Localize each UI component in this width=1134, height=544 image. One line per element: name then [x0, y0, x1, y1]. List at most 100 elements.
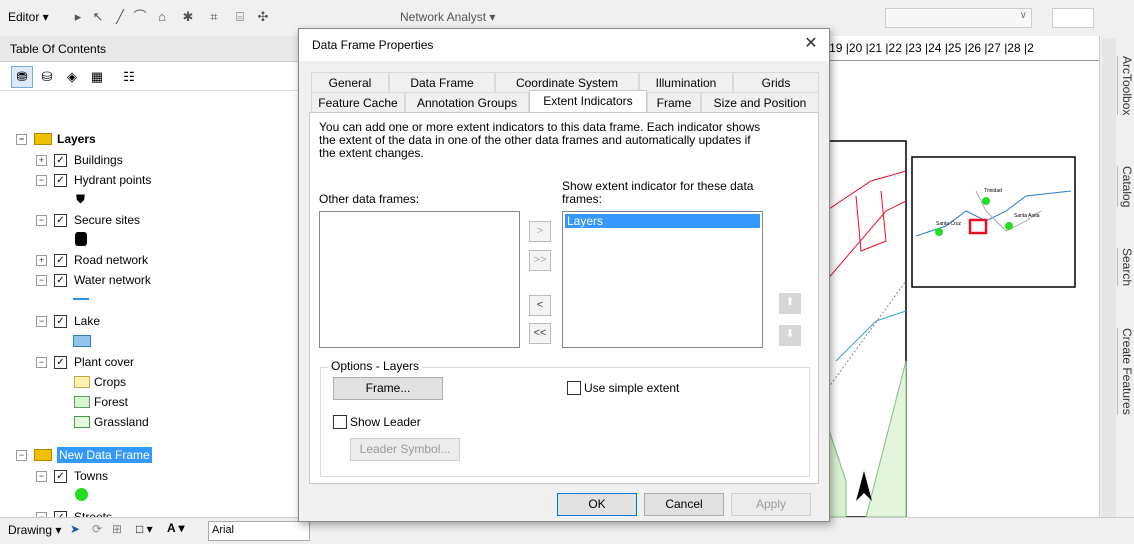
move-up-icon[interactable]: ⬆: [779, 293, 801, 314]
layer-dropdown[interactable]: ∨: [885, 8, 1032, 28]
list-by-selection-icon[interactable]: ▦: [86, 66, 108, 88]
polygon-tool-icon[interactable]: ⌂: [154, 9, 170, 25]
options-icon[interactable]: ☷: [118, 66, 140, 88]
toc-layer-secure-sites[interactable]: − ✓ Secure sites: [36, 211, 140, 229]
layer-checkbox[interactable]: ✓: [54, 469, 67, 483]
font-name-select[interactable]: Arial: [208, 521, 310, 541]
ok-button[interactable]: OK: [557, 493, 637, 516]
collapse-icon[interactable]: −: [36, 356, 47, 368]
show-frames-list[interactable]: Layers: [562, 211, 763, 348]
list-by-source-icon[interactable]: ⛁: [36, 66, 58, 88]
rectangle-icon[interactable]: □ ▾: [136, 522, 153, 536]
split-icon[interactable]: ⌸: [232, 9, 248, 25]
cancel-button[interactable]: Cancel: [644, 493, 724, 516]
tab-feature-cache[interactable]: Feature Cache: [311, 92, 405, 112]
list-by-visibility-icon[interactable]: ◈: [61, 66, 83, 88]
expand-icon[interactable]: +: [36, 254, 47, 266]
drawing-menu[interactable]: Drawing ▾: [8, 523, 61, 537]
layer-checkbox[interactable]: ✓: [54, 153, 67, 167]
dock-tab-create-features[interactable]: Create Features: [1117, 328, 1134, 415]
toc-class-grassland[interactable]: Grassland: [74, 413, 149, 431]
edit-tool-icon[interactable]: ▸: [70, 9, 86, 25]
add-all-button[interactable]: >>: [529, 250, 551, 271]
collapse-icon[interactable]: −: [16, 449, 27, 461]
show-leader-checkbox[interactable]: Show Leader: [333, 415, 421, 429]
vertical-scrollbar[interactable]: [1102, 38, 1116, 518]
toc-frame-new-data-frame[interactable]: − New Data Frame: [16, 446, 152, 464]
collapse-icon[interactable]: −: [36, 274, 47, 286]
layer-checkbox[interactable]: ✓: [54, 173, 67, 187]
toc-layer-lake[interactable]: − ✓ Lake: [36, 312, 100, 330]
editor-menu[interactable]: Editor ▾: [8, 7, 49, 27]
remove-all-button[interactable]: <<: [529, 323, 551, 344]
other-frames-list[interactable]: [319, 211, 520, 348]
layer-label: Buildings: [74, 153, 123, 167]
toc-layer-buildings[interactable]: + ✓ Buildings: [36, 151, 123, 169]
tab-general[interactable]: General: [311, 72, 389, 92]
layer-checkbox[interactable]: ✓: [54, 273, 67, 287]
new-text-icon[interactable]: A ▾: [167, 521, 185, 535]
dock-tab-arctoolbox[interactable]: ArcToolbox: [1117, 56, 1134, 116]
tab-coordinate-system[interactable]: Coordinate System: [495, 72, 639, 92]
collapse-icon[interactable]: −: [36, 174, 47, 186]
zoom-whole-page-icon[interactable]: ⊞: [112, 522, 122, 536]
rotate-icon[interactable]: ✣: [255, 9, 271, 25]
annotation-edit-icon[interactable]: ↖: [90, 9, 106, 25]
apply-button[interactable]: Apply: [731, 493, 811, 516]
toc-class-forest[interactable]: Forest: [74, 393, 128, 411]
layer-label: Hydrant points: [74, 173, 152, 187]
layer-checkbox[interactable]: ✓: [54, 355, 67, 369]
font-name-value: Arial: [212, 524, 235, 536]
use-simple-extent-checkbox[interactable]: Use simple extent: [567, 381, 679, 395]
tab-frame[interactable]: Frame: [647, 92, 701, 112]
network-analyst-menu[interactable]: Network Analyst ▾: [400, 7, 495, 27]
trace-icon[interactable]: ⌒: [132, 9, 148, 25]
toc-class-crops[interactable]: Crops: [74, 373, 126, 391]
dock-tab-search[interactable]: Search: [1117, 248, 1134, 287]
layer-checkbox[interactable]: ✓: [54, 213, 67, 227]
layer-label: New Data Frame: [57, 447, 152, 463]
tab-illumination[interactable]: Illumination: [639, 72, 733, 92]
collapse-icon[interactable]: −: [36, 214, 47, 226]
cut-icon[interactable]: ✱: [180, 9, 196, 25]
toc-layer-road-network[interactable]: + ✓ Road network: [36, 251, 148, 269]
move-down-icon[interactable]: ⬇: [779, 325, 801, 346]
checkbox-box[interactable]: [567, 381, 581, 395]
toc-frame-layers[interactable]: − Layers: [16, 130, 96, 148]
dock-tab-catalog[interactable]: Catalog: [1117, 166, 1134, 208]
map-view[interactable]: |19 |20 |21 |22 |23 |24 |25 |26 |27 |28 …: [826, 36, 1099, 517]
description-text: You can add one or more extent indicator…: [319, 120, 761, 160]
frame-button[interactable]: Frame...: [333, 377, 443, 400]
collapse-icon[interactable]: −: [36, 315, 47, 327]
layer-checkbox[interactable]: ✓: [54, 314, 67, 328]
rotate-icon[interactable]: ⟳: [92, 522, 102, 536]
collapse-icon[interactable]: −: [36, 470, 47, 482]
add-button[interactable]: >: [529, 221, 551, 242]
remove-button[interactable]: <: [529, 295, 551, 316]
select-elements-icon[interactable]: ➤: [70, 522, 80, 536]
toc-layer-plant-cover[interactable]: − ✓ Plant cover: [36, 353, 134, 371]
toc-layer-towns[interactable]: − ✓ Towns: [36, 467, 108, 485]
expand-icon[interactable]: +: [36, 154, 47, 166]
leader-symbol-button[interactable]: Leader Symbol...: [350, 438, 460, 461]
close-icon[interactable]: ✕: [801, 29, 821, 61]
toc-layer-hydrant-points[interactable]: − ✓ Hydrant points: [36, 171, 151, 189]
data-frame-icon: [34, 449, 52, 461]
tab-size-and-position[interactable]: Size and Position: [701, 92, 819, 112]
list-by-drawing-order-icon[interactable]: ⛃: [11, 66, 33, 88]
checkbox-box[interactable]: [333, 415, 347, 429]
horizontal-ruler: |19 |20 |21 |22 |23 |24 |25 |26 |27 |28 …: [826, 36, 1099, 61]
toc-title: Table Of Contents: [0, 36, 300, 62]
toc-layer-water-network[interactable]: − ✓ Water network: [36, 271, 151, 289]
tab-annotation-groups[interactable]: Annotation Groups: [405, 92, 529, 112]
class-label: Grassland: [94, 415, 149, 429]
layer-checkbox[interactable]: ✓: [54, 253, 67, 267]
reshape-icon[interactable]: ⌗: [206, 9, 222, 25]
tab-grids[interactable]: Grids: [733, 72, 819, 92]
collapse-icon[interactable]: −: [16, 133, 27, 145]
search-field[interactable]: [1052, 8, 1094, 28]
tab-extent-indicators[interactable]: Extent Indicators: [529, 90, 647, 112]
tab-data-frame[interactable]: Data Frame: [389, 72, 495, 92]
list-item[interactable]: Layers: [565, 214, 760, 228]
straight-segment-icon[interactable]: ╱: [112, 9, 128, 25]
